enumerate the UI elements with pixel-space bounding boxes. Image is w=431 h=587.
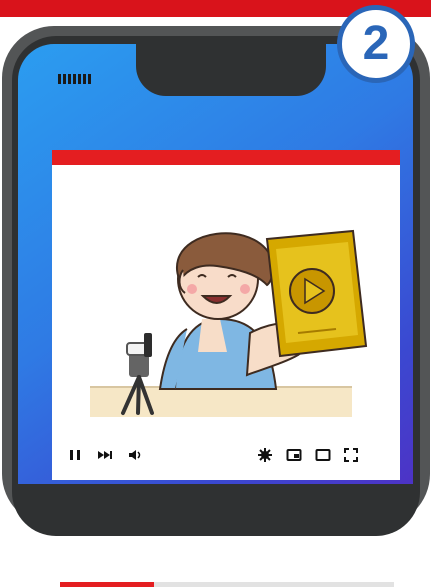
fullscreen-icon[interactable] <box>342 446 360 464</box>
signal-strength-icon <box>58 74 91 84</box>
video-progress-bar[interactable] <box>60 582 394 587</box>
volume-icon[interactable] <box>126 446 144 464</box>
video-controls <box>52 442 400 472</box>
miniplayer-icon[interactable] <box>285 446 303 464</box>
video-progress-fill <box>60 582 154 587</box>
settings-icon[interactable] <box>256 446 274 464</box>
tripod-camera-illustration <box>121 333 154 415</box>
pause-icon[interactable] <box>66 446 84 464</box>
video-player[interactable] <box>52 150 400 587</box>
play-button-award-illustration <box>265 229 368 358</box>
video-thumbnail-illustration <box>90 229 368 417</box>
step-number-badge: 2 <box>337 5 415 83</box>
phone-notch <box>136 44 326 96</box>
theater-icon[interactable] <box>314 446 332 464</box>
player-top-bar <box>52 150 400 165</box>
next-icon[interactable] <box>95 446 113 464</box>
